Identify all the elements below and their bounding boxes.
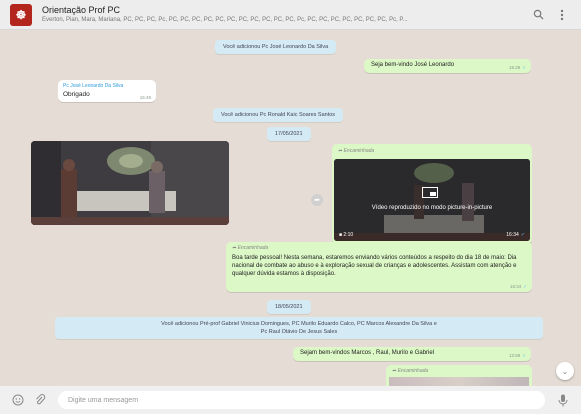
outgoing-video-message[interactable]: ➦ Encaminhada Vídeo reproduzido no modo … [332, 144, 532, 244]
media-thumbnail[interactable] [389, 377, 529, 386]
chat-header[interactable]: ☸ Orientação Prof PC Everton, Pian, Mara… [0, 0, 581, 30]
search-icon[interactable] [529, 6, 547, 24]
video-pip-label: Vídeo reproduzido no modo picture-in-pic… [371, 205, 493, 211]
message-text: Seja bem-vindo José Leonardo [371, 62, 455, 68]
scroll-down-button[interactable]: ⌄ [556, 362, 574, 380]
video-duration: ■ 2:10 [339, 232, 354, 238]
emoji-icon[interactable] [10, 392, 26, 408]
system-message: Você adicionou Pc José Leonardo Da Silva [215, 40, 337, 54]
message-text: Sejam bem-vindos Marcos , Raul, Murilo e… [300, 350, 435, 356]
menu-icon[interactable] [553, 6, 571, 24]
video-time: 16:34 ✓ [506, 232, 525, 238]
forwarded-label: ➦ Encaminhada [232, 245, 269, 251]
chat-participants: Everton, Pian, Mara, Mariana, PC, PC, PC… [42, 16, 408, 23]
message-composer: Digite uma mensagem [0, 386, 581, 414]
date-divider: 17/05/2021 [267, 127, 311, 141]
outgoing-message[interactable]: Seja bem-vindo José Leonardo 15:29 ✓ [364, 59, 531, 73]
read-check-icon: ✓ [522, 353, 526, 358]
incoming-message[interactable]: Pc José Leonardo Da Silva Obrigado 15:49 [58, 80, 156, 102]
outgoing-message[interactable]: Sejam bem-vindos Marcos , Raul, Murilo e… [293, 347, 531, 361]
message-time: 15:29 ✓ [508, 65, 526, 70]
system-message: Você adicionou Pc Ronald Kaic Soares San… [213, 108, 344, 122]
group-avatar[interactable]: ☸ [10, 3, 32, 26]
read-check-icon: ✓ [520, 232, 525, 238]
forwarded-text-message[interactable]: ➦ Encaminhada Boa tarde pessoal! Nesta s… [226, 242, 532, 292]
system-message-line: Você adicionou Pré-prof Gabriel Vinicius… [161, 321, 437, 327]
message-list[interactable]: Você adicionou Pc José Leonardo Da Silva… [0, 30, 581, 386]
read-check-icon: ✓ [523, 284, 527, 289]
message-time: 15:49 [139, 95, 151, 100]
forwarded-label: ➦ Encaminhada [392, 368, 429, 374]
message-time: 12:59 ✓ [508, 353, 526, 358]
date-divider: 18/05/2021 [267, 300, 311, 314]
chat-title: Orientação Prof PC [42, 4, 121, 15]
message-text: Obrigado [63, 91, 90, 98]
incoming-video-thumbnail[interactable] [31, 141, 229, 225]
video-player[interactable]: Vídeo reproduzido no modo picture-in-pic… [334, 159, 530, 241]
forward-icon[interactable]: ➦ [311, 194, 323, 206]
message-time: 16:34 ✓ [509, 284, 527, 289]
system-message-line: Pc Raul Otávio De Jesus Sales [260, 329, 338, 335]
paperclip-icon[interactable] [32, 392, 48, 408]
mic-icon[interactable] [555, 392, 571, 408]
forwarded-media-message[interactable]: ➦ Encaminhada [386, 365, 532, 386]
picture-in-picture-icon [422, 187, 438, 198]
system-message: Você adicionou Pré-prof Gabriel Vinicius… [55, 317, 543, 339]
forwarded-label: ➦ Encaminhada [338, 148, 375, 154]
message-sender: Pc José Leonardo Da Silva [63, 83, 124, 89]
chat-header-titles[interactable]: Orientação Prof PC Everton, Pian, Mara, … [42, 5, 523, 25]
message-text: Boa tarde pessoal! Nesta semana, estarem… [232, 255, 517, 277]
message-input[interactable]: Digite uma mensagem [58, 391, 545, 409]
read-check-icon: ✓ [522, 65, 526, 70]
